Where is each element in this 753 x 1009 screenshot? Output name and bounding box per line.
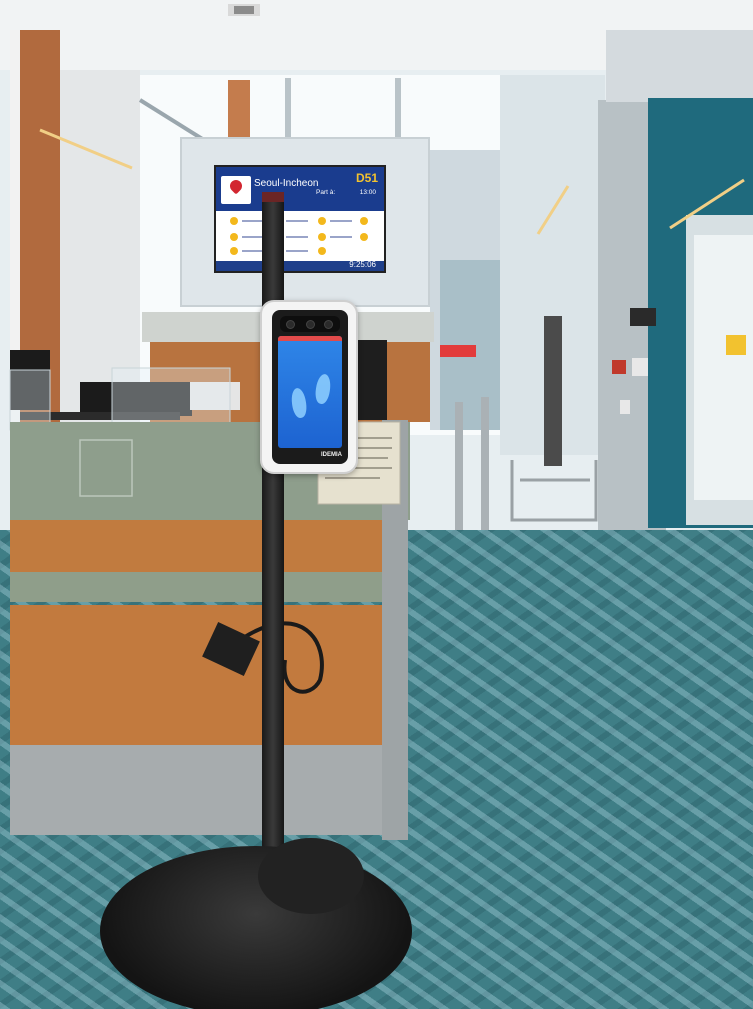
- gate-boarding-photo: Seoul-Incheon D51 Part à: 13:00 9:25:06 …: [0, 0, 753, 1009]
- hazard-icon: [230, 233, 238, 241]
- kiosk-pole: [262, 193, 284, 873]
- destination-text: Seoul-Incheon: [254, 178, 319, 189]
- kiosk-brand-logo: IDEMIA: [321, 452, 342, 458]
- camera-icon: [280, 316, 340, 332]
- hazard-icon: [230, 247, 238, 255]
- hazard-row: [224, 247, 384, 257]
- footprints-icon: [289, 387, 309, 419]
- hazard-icon: [318, 217, 326, 225]
- hazard-icon: [318, 247, 326, 255]
- hazard-icon: [318, 233, 326, 241]
- camera-lens: [286, 320, 295, 329]
- maple-leaf-icon: [227, 177, 245, 195]
- gate-number: D51: [355, 171, 378, 185]
- footprints-icon: [313, 373, 333, 405]
- kiosk-pole-cap: [262, 192, 284, 202]
- gate-display-header: Seoul-Incheon D51 Part à: 13:00: [216, 167, 384, 211]
- gate-counter: [9, 312, 434, 840]
- biometric-kiosk: IDEMIA: [260, 300, 358, 474]
- clock-text: 9:25:06: [349, 260, 376, 269]
- kiosk-base: [100, 846, 412, 1009]
- gate-display-screen: Seoul-Incheon D51 Part à: 13:00 9:25:06: [214, 165, 386, 273]
- hazard-icon: [360, 233, 368, 241]
- camera-lens: [324, 320, 333, 329]
- kiosk-base-collar: [258, 838, 364, 914]
- departure-label: Part à:: [316, 189, 336, 196]
- dangerous-goods-panel: [216, 211, 384, 261]
- hazard-icon: [360, 217, 368, 225]
- hazard-row: [224, 217, 384, 227]
- camera-lens: [306, 320, 315, 329]
- kiosk-touchscreen[interactable]: [278, 336, 342, 448]
- departure-time: 13:00: [359, 189, 376, 196]
- hazard-row: [224, 233, 384, 243]
- kiosk-status-bar: [278, 336, 342, 341]
- airline-logo: [221, 176, 251, 204]
- hazard-icon: [230, 217, 238, 225]
